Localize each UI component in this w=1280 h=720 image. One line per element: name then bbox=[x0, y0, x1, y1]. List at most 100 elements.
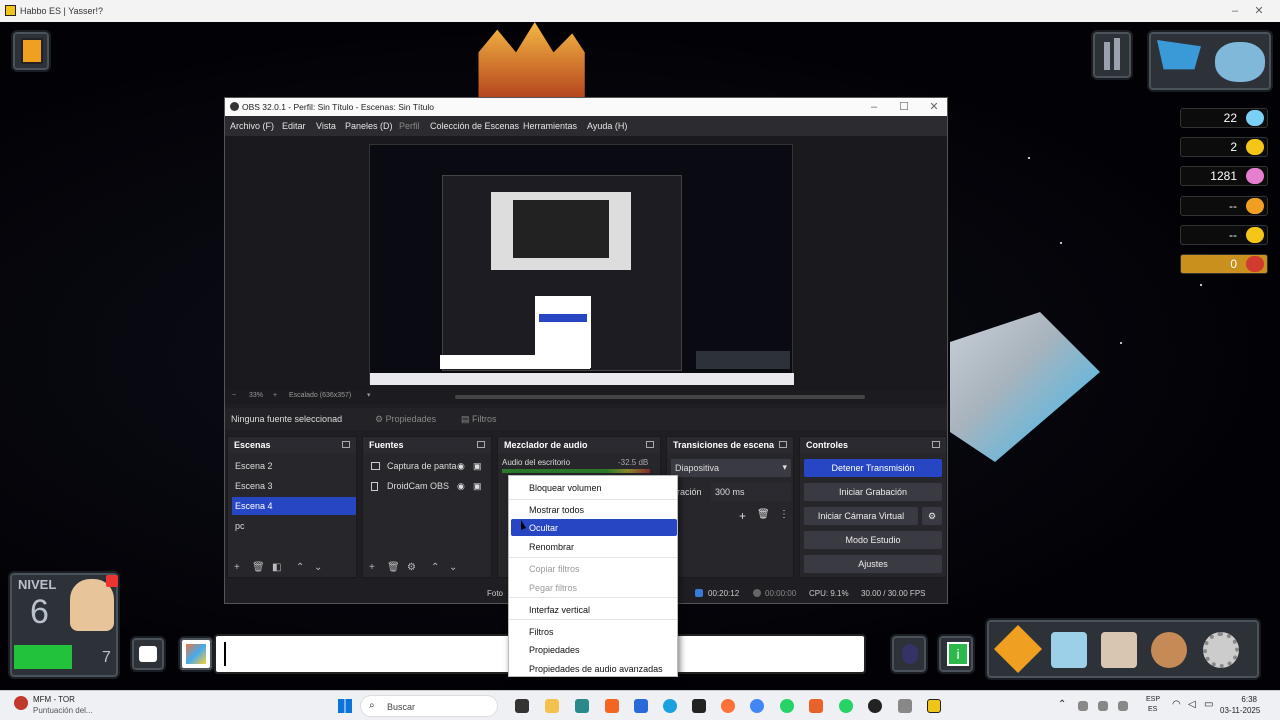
whatsapp-icon[interactable] bbox=[780, 699, 794, 713]
hotel-view-button[interactable] bbox=[11, 30, 51, 72]
undock-icon[interactable] bbox=[342, 441, 350, 448]
zoom-in-icon[interactable]: + bbox=[273, 392, 277, 399]
undock-icon[interactable] bbox=[646, 441, 654, 448]
tray-icon[interactable] bbox=[1098, 701, 1108, 711]
start-recording-button[interactable]: Iniciar Grabación bbox=[804, 483, 942, 501]
horizontal-scrollbar[interactable] bbox=[455, 395, 865, 399]
chevron-down-icon[interactable]: ⌄ bbox=[449, 562, 457, 573]
shop-button[interactable] bbox=[1147, 30, 1273, 92]
filter-icon[interactable]: ◧ bbox=[272, 562, 281, 573]
trash-icon[interactable]: 🗑 bbox=[757, 509, 770, 520]
avatar-editor-icon[interactable] bbox=[1151, 632, 1187, 668]
wifi-icon[interactable]: ◠ bbox=[1172, 699, 1181, 710]
add-icon[interactable]: + bbox=[739, 509, 746, 523]
task-view-icon[interactable] bbox=[515, 699, 529, 713]
gear-icon[interactable]: ⚙ bbox=[407, 562, 416, 573]
undock-icon[interactable] bbox=[932, 441, 940, 448]
menu-coleccion[interactable]: Colección de Escenas bbox=[430, 121, 519, 131]
app-icon[interactable] bbox=[809, 699, 823, 713]
undock-icon[interactable] bbox=[779, 441, 787, 448]
virtual-camera-button[interactable]: Iniciar Cámara Virtual bbox=[804, 507, 918, 525]
language-label[interactable]: ESP bbox=[1146, 696, 1160, 703]
chat-history-button[interactable] bbox=[130, 636, 166, 672]
studio-mode-button[interactable]: Modo Estudio bbox=[804, 531, 942, 549]
menu-archivo[interactable]: Archivo (F) bbox=[230, 121, 274, 131]
volume-icon[interactable]: ◁ bbox=[1188, 699, 1196, 710]
file-explorer-icon[interactable] bbox=[545, 699, 559, 713]
lock-icon[interactable]: ▣ bbox=[473, 481, 482, 492]
undock-icon[interactable] bbox=[477, 441, 485, 448]
add-icon[interactable]: + bbox=[234, 562, 240, 573]
chevron-up-icon[interactable]: ⌃ bbox=[1058, 699, 1066, 710]
menu-ayuda[interactable]: Ayuda (H) bbox=[587, 121, 627, 131]
trash-icon[interactable]: 🗑 bbox=[387, 562, 400, 573]
chrome-icon[interactable] bbox=[750, 699, 764, 713]
menu-editar[interactable]: Editar bbox=[282, 121, 306, 131]
battery-icon[interactable]: ▭ bbox=[1204, 699, 1213, 710]
more-icon[interactable]: ⋮ bbox=[779, 509, 789, 520]
inventory-icon[interactable] bbox=[1101, 632, 1137, 668]
menu-renombrar[interactable]: Renombrar bbox=[511, 538, 677, 555]
scene-item-selected[interactable]: Escena 4 bbox=[232, 497, 356, 515]
menu-paneles[interactable]: Paneles (D) bbox=[345, 121, 393, 131]
stop-stream-button[interactable]: Detener Transmisión bbox=[804, 459, 942, 477]
menu-ocultar[interactable]: Ocultar bbox=[511, 519, 677, 536]
menu-herramientas[interactable]: Herramientas bbox=[523, 121, 577, 131]
clock-date[interactable]: 03-11-2025 bbox=[1220, 706, 1260, 715]
settings-button[interactable]: Ajustes bbox=[804, 555, 942, 573]
notification-icon[interactable] bbox=[14, 696, 28, 710]
scene-item[interactable]: Escena 3 bbox=[232, 477, 356, 495]
habbo-icon[interactable] bbox=[927, 699, 941, 713]
minimize-icon[interactable]: – bbox=[1228, 4, 1242, 18]
windows-start-icon[interactable] bbox=[338, 699, 352, 713]
zoom-out-icon[interactable]: − bbox=[232, 392, 236, 399]
filters-button[interactable]: ▤ Filtros bbox=[461, 414, 497, 425]
chat-style-button[interactable] bbox=[178, 636, 214, 672]
chevron-down-icon[interactable]: ⌄ bbox=[314, 562, 322, 573]
chevron-up-icon[interactable]: ⌃ bbox=[296, 562, 304, 573]
transition-select[interactable]: Diapositiva ▾ bbox=[671, 459, 791, 477]
app-icon[interactable] bbox=[898, 699, 912, 713]
menu-copiar-filtros[interactable]: Copiar filtros bbox=[511, 560, 677, 577]
tray-icon[interactable] bbox=[1078, 701, 1088, 711]
menu-mostrar-todos[interactable]: Mostrar todos bbox=[511, 501, 677, 518]
level-widget[interactable]: NIVEL 6 7 bbox=[8, 571, 120, 679]
terminal-icon[interactable] bbox=[692, 699, 706, 713]
eye-icon[interactable]: ◉ bbox=[457, 461, 465, 472]
calculator-icon[interactable] bbox=[634, 699, 648, 713]
friends-button[interactable] bbox=[890, 634, 928, 674]
app-icon[interactable] bbox=[575, 699, 589, 713]
chevron-down-icon[interactable]: ▾ bbox=[367, 391, 371, 399]
obs-icon[interactable] bbox=[868, 699, 882, 713]
trash-icon[interactable]: 🗑 bbox=[252, 562, 265, 573]
preview-canvas[interactable] bbox=[369, 144, 794, 385]
eye-icon[interactable]: ◉ bbox=[457, 481, 465, 492]
menu-bloquear-volumen[interactable]: Bloquear volumen bbox=[511, 479, 677, 496]
whatsapp-icon[interactable] bbox=[839, 699, 853, 713]
duration-input[interactable]: 300 ms bbox=[711, 483, 791, 501]
obs-minimize-icon[interactable]: – bbox=[867, 100, 881, 114]
menu-propiedades-audio[interactable]: Propiedades de audio avanzadas bbox=[511, 660, 677, 677]
navigator-icon[interactable] bbox=[993, 624, 1043, 674]
info-button[interactable]: i bbox=[937, 634, 975, 674]
scene-item[interactable]: pc bbox=[232, 517, 356, 535]
lock-icon[interactable]: ▣ bbox=[473, 461, 482, 472]
brave-icon[interactable] bbox=[605, 699, 619, 713]
firefox-icon[interactable] bbox=[721, 699, 735, 713]
catalog-icon[interactable] bbox=[1051, 632, 1087, 668]
edge-icon[interactable] bbox=[663, 699, 677, 713]
menu-vista[interactable]: Vista bbox=[316, 121, 336, 131]
stats-button[interactable] bbox=[1091, 30, 1133, 80]
menu-perfil[interactable]: Perfil bbox=[399, 121, 420, 131]
clock-time[interactable]: 6:38 bbox=[1227, 695, 1257, 704]
menu-interfaz-vertical[interactable]: Interfaz vertical bbox=[511, 601, 677, 618]
menu-pegar-filtros[interactable]: Pegar filtros bbox=[511, 579, 677, 596]
menu-filtros[interactable]: Filtros bbox=[511, 623, 677, 640]
menu-propiedades[interactable]: Propiedades bbox=[511, 641, 677, 658]
virtual-camera-settings[interactable]: ⚙ bbox=[922, 507, 942, 525]
chevron-up-icon[interactable]: ⌃ bbox=[431, 562, 439, 573]
close-icon[interactable]: ✕ bbox=[1252, 4, 1266, 18]
scene-item[interactable]: Escena 2 bbox=[232, 457, 356, 475]
tray-icon[interactable] bbox=[1118, 701, 1128, 711]
obs-maximize-icon[interactable]: ☐ bbox=[897, 100, 911, 114]
